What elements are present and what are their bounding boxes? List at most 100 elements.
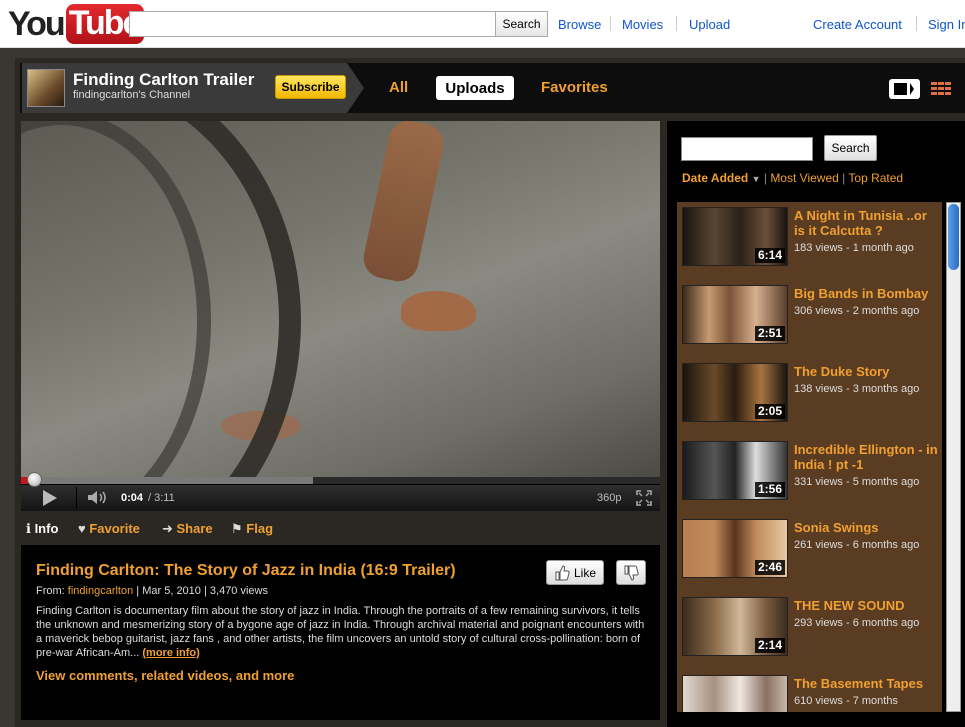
tab-favorite-label: Favorite (89, 521, 140, 536)
video-title-link[interactable]: A Night in Tunisia ..or is it Calcutta ? (794, 208, 939, 238)
from-label: From: (36, 585, 65, 597)
video-title-link[interactable]: THE NEW SOUND (794, 598, 939, 613)
sort-most-viewed[interactable]: Most Viewed (770, 171, 838, 185)
video-thumbnail[interactable]: 1:56 (682, 441, 788, 500)
divider (676, 16, 677, 31)
channel-search-input[interactable] (681, 137, 813, 161)
video-title-link[interactable]: Incredible Ellington - in India ! pt -1 (794, 442, 939, 472)
channel-subtitle[interactable]: findingcarlton's Channel (73, 89, 190, 101)
list-item[interactable]: 2:51 Big Bands in Bombay 306 views - 2 m… (677, 280, 942, 350)
tab-info-label: Info (34, 521, 59, 536)
video-thumbnail[interactable]: 6:14 (682, 207, 788, 266)
duration-badge: 2:51 (754, 326, 785, 341)
channel-search-button[interactable]: Search (824, 135, 877, 161)
divider: | (842, 171, 846, 185)
create-account-link[interactable]: Create Account (813, 17, 902, 32)
tab-info[interactable]: ℹ Info (26, 521, 58, 537)
like-button[interactable]: Like (546, 560, 604, 585)
video-thumbnail[interactable]: 2:05 (682, 363, 788, 422)
sort-date-added[interactable]: Date Added (682, 171, 748, 185)
sidebar-scrollbar[interactable] (946, 202, 961, 712)
divider: | (763, 171, 767, 185)
view-comments-link[interactable]: View comments, related videos, and more (36, 668, 294, 683)
video-list: 6:14 A Night in Tunisia ..or is it Calcu… (677, 202, 942, 712)
player-controls (21, 484, 660, 511)
logo-you-text: You (8, 5, 66, 43)
grid-view-icon[interactable] (931, 82, 951, 96)
duration-badge: 1:56 (754, 482, 785, 497)
volume-icon[interactable] (87, 490, 109, 505)
tab-favorites[interactable]: Favorites (541, 79, 608, 96)
video-meta: 331 views - 5 months ago (794, 476, 920, 488)
tab-share-label: Share (176, 521, 213, 536)
subscribe-button[interactable]: Subscribe (275, 75, 346, 99)
tab-favorite[interactable]: ♥ Favorite (78, 521, 140, 536)
duration-badge: 6:14 (754, 248, 785, 263)
tab-flag[interactable]: ⚑ Flag (231, 521, 273, 537)
dislike-button[interactable] (616, 560, 646, 585)
video-description: Finding Carlton is documentary film abou… (36, 604, 651, 660)
movies-link[interactable]: Movies (622, 17, 663, 32)
list-item[interactable]: The Basement Tapes 610 views - 7 months (677, 670, 942, 712)
video-thumbnail[interactable]: 2:14 (682, 597, 788, 656)
tab-flag-label: Flag (246, 521, 274, 536)
upload-date: | Mar 5, 2010 (136, 585, 201, 597)
like-label: Like (573, 565, 596, 580)
info-icon: ℹ (26, 521, 35, 536)
video-title-link[interactable]: Sonia Swings (794, 520, 939, 535)
video-meta: 293 views - 6 months ago (794, 617, 920, 629)
play-icon[interactable] (43, 490, 57, 506)
tab-all[interactable]: All (389, 79, 408, 96)
more-info-link[interactable]: (more info) (142, 647, 199, 659)
upload-link[interactable]: Upload (689, 17, 730, 32)
browse-link[interactable]: Browse (558, 17, 601, 32)
uploader-link[interactable]: findingcarlton (68, 585, 133, 597)
description-text: Finding Carlton is documentary film abou… (36, 605, 645, 659)
video-thumbnail[interactable]: 2:46 (682, 519, 788, 578)
list-item[interactable]: 1:56 Incredible Ellington - in India ! p… (677, 436, 942, 506)
heart-icon: ♥ (78, 521, 90, 536)
fullscreen-icon[interactable] (636, 490, 652, 506)
video-meta: From: findingcarlton | Mar 5, 2010 | 3,4… (36, 585, 268, 597)
player-view-icon[interactable] (889, 79, 920, 99)
chevron-down-icon[interactable]: ▼ (752, 174, 761, 184)
sort-options: Date Added ▼ | Most Viewed | Top Rated (682, 171, 903, 185)
sort-top-rated[interactable]: Top Rated (848, 171, 903, 185)
thumbs-up-icon (555, 564, 570, 580)
progress-bar[interactable] (21, 477, 660, 484)
tab-uploads[interactable]: Uploads (436, 76, 514, 100)
duration-badge: 2:05 (754, 404, 785, 419)
video-player[interactable] (21, 121, 660, 477)
quality-selector[interactable]: 360p (597, 492, 621, 504)
video-thumbnail[interactable]: 2:51 (682, 285, 788, 344)
search-button[interactable]: Search (495, 11, 548, 37)
view-count: | 3,470 views (203, 585, 268, 597)
divider (916, 16, 917, 31)
video-title-link[interactable]: The Basement Tapes (794, 676, 939, 691)
channel-avatar[interactable] (27, 69, 65, 107)
search-input[interactable] (129, 11, 496, 37)
tab-share[interactable]: ➜ Share (162, 521, 213, 537)
thumbs-down-icon (624, 565, 639, 581)
channel-title[interactable]: Finding Carlton Trailer (73, 70, 254, 90)
scrubber-handle[interactable] (27, 472, 42, 487)
video-meta: 306 views - 2 months ago (794, 305, 920, 317)
list-item[interactable]: 2:46 Sonia Swings 261 views - 6 months a… (677, 514, 942, 584)
buffered-bar (21, 477, 313, 484)
sign-in-link[interactable]: Sign In (928, 17, 965, 32)
video-title-link[interactable]: The Duke Story (794, 364, 939, 379)
video-meta: 183 views - 1 month ago (794, 242, 914, 254)
scrollbar-thumb[interactable] (948, 204, 959, 270)
list-item[interactable]: 2:14 THE NEW SOUND 293 views - 6 months … (677, 592, 942, 662)
video-thumbnail[interactable] (682, 675, 788, 712)
total-time: / 3:11 (148, 492, 175, 504)
current-time: 0:04 (121, 492, 144, 504)
share-icon: ➜ (162, 521, 177, 536)
divider (610, 16, 611, 31)
youtube-logo[interactable]: You Tube (8, 4, 145, 44)
duration-badge: 2:14 (754, 638, 785, 653)
video-title-link[interactable]: Big Bands in Bombay (794, 286, 939, 301)
list-item[interactable]: 2:05 The Duke Story 138 views - 3 months… (677, 358, 942, 428)
list-item[interactable]: 6:14 A Night in Tunisia ..or is it Calcu… (677, 202, 942, 272)
duration-badge: 2:46 (754, 560, 785, 575)
